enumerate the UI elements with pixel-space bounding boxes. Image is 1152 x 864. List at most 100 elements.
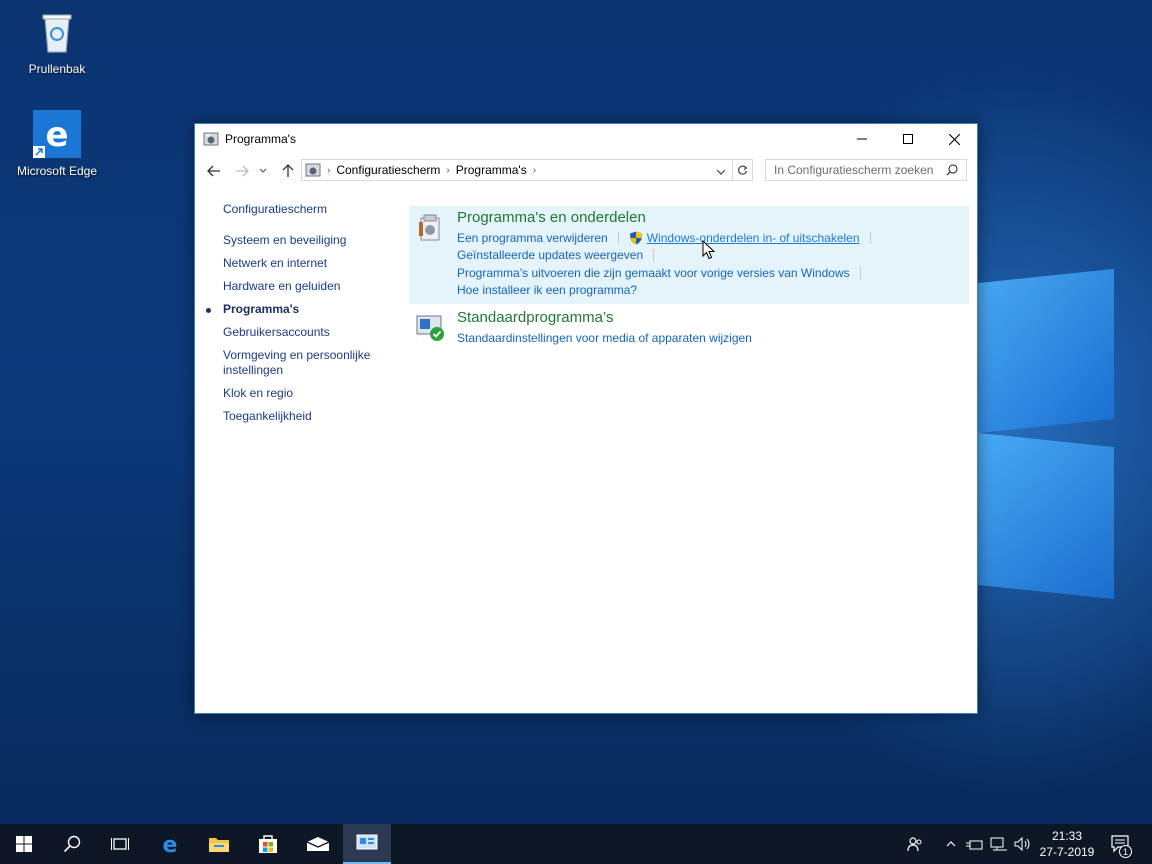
control-panel-icon xyxy=(356,834,378,850)
store-icon xyxy=(259,835,277,853)
category-title[interactable]: Programma's en onderdelen xyxy=(457,209,646,226)
category-title[interactable]: Standaardprogramma’s xyxy=(457,309,613,326)
link-divider xyxy=(617,231,619,244)
chevron-down-icon xyxy=(259,168,267,173)
link-windows-onderdelen[interactable]: Windows-onderdelen in- of uitschakelen xyxy=(647,231,860,245)
taskbar-edge-button[interactable]: e xyxy=(146,824,194,864)
search-input[interactable] xyxy=(774,163,944,177)
link-divider xyxy=(653,249,655,262)
mail-icon xyxy=(306,837,330,851)
notification-count-badge: 1 xyxy=(1119,845,1132,858)
clock[interactable]: 21:33 27-7-2019 xyxy=(1036,824,1098,864)
search-box xyxy=(765,159,967,181)
recent-locations-button[interactable] xyxy=(256,160,270,182)
nav-item-netwerk-en-internet[interactable]: Netwerk en internet xyxy=(223,256,393,271)
task-view-button[interactable] xyxy=(96,824,144,864)
link-hoe-installeer[interactable]: Hoe installeer ik een programma? xyxy=(457,283,637,297)
refresh-icon xyxy=(738,165,748,175)
forward-button[interactable] xyxy=(231,160,253,182)
programs-icon xyxy=(415,212,445,242)
people-button[interactable] xyxy=(902,824,928,864)
show-hidden-icons-button[interactable] xyxy=(942,824,960,864)
people-icon xyxy=(907,837,922,852)
desktop-icon-label: Prullenbak xyxy=(28,62,86,76)
wallpaper-logo-pane xyxy=(978,432,1114,600)
category-programmas-en-onderdelen: Programma's en onderdelen Een programma … xyxy=(409,206,969,304)
address-bar[interactable]: › Configuratiescherm › Programma's › xyxy=(301,159,753,181)
chevron-right-icon: › xyxy=(532,164,537,176)
taskbar-search-button[interactable] xyxy=(48,824,96,864)
task-view-icon xyxy=(111,838,129,850)
link-geinstalleerde-updates[interactable]: Geïnstalleerde updates weergeven xyxy=(457,248,643,262)
default-programs-icon xyxy=(415,312,445,342)
taskbar-control-panel-button[interactable] xyxy=(343,824,391,864)
chevron-up-icon xyxy=(946,841,956,847)
refresh-button[interactable] xyxy=(732,160,752,180)
title-bar[interactable]: Programma's xyxy=(195,124,977,154)
maximize-icon xyxy=(903,134,913,144)
arrow-right-icon xyxy=(236,165,249,177)
edge-icon: e xyxy=(33,110,81,158)
nav-item-programmas[interactable]: Programma's xyxy=(206,302,393,317)
category-links: Een programma verwijderen Windows-onderd… xyxy=(457,229,881,299)
battery-plug-icon xyxy=(966,840,983,850)
link-divider xyxy=(859,266,861,279)
control-panel-window: Programma's › Configuratiescherm › Progr… xyxy=(194,123,978,714)
nav-item-vormgeving[interactable]: Vormgeving en persoonlijke instellingen xyxy=(223,348,383,378)
network-icon xyxy=(990,837,1007,851)
address-dropdown-icon[interactable] xyxy=(716,165,726,179)
nav-item-hardware-en-geluiden[interactable]: Hardware en geluiden xyxy=(223,279,393,294)
arrow-up-icon xyxy=(282,164,294,177)
wallpaper-logo-pane xyxy=(978,268,1114,434)
edge-icon: e xyxy=(163,833,178,855)
speaker-icon xyxy=(1014,837,1030,851)
network-button[interactable] xyxy=(988,824,1010,864)
uac-shield-icon xyxy=(629,231,643,245)
category-links: Standaardinstellingen voor media of appa… xyxy=(457,329,752,347)
link-programma-verwijderen[interactable]: Een programma verwijderen xyxy=(457,231,608,245)
recycle-bin-icon xyxy=(33,8,81,56)
control-panel-icon xyxy=(203,131,219,147)
link-divider xyxy=(869,231,871,244)
nav-item-gebruikersaccounts[interactable]: Gebruikersaccounts xyxy=(223,325,393,340)
link-standaardinstellingen[interactable]: Standaardinstellingen voor media of appa… xyxy=(457,331,752,345)
windows-logo-icon xyxy=(16,836,32,852)
navigation-bar: › Configuratiescherm › Programma's › xyxy=(195,156,977,186)
nav-item-systeem-en-beveiliging[interactable]: Systeem en beveiliging xyxy=(223,233,393,248)
mouse-cursor-icon xyxy=(702,239,716,263)
minimize-button[interactable] xyxy=(839,124,885,154)
arrow-left-icon xyxy=(207,165,220,177)
nav-home-link[interactable]: Configuratiescherm xyxy=(223,202,393,216)
close-button[interactable] xyxy=(931,124,977,154)
taskbar-explorer-button[interactable] xyxy=(195,824,243,864)
up-button[interactable] xyxy=(277,160,299,182)
maximize-button[interactable] xyxy=(885,124,931,154)
clock-time: 21:33 xyxy=(1051,829,1083,843)
taskbar-mail-button[interactable] xyxy=(294,824,342,864)
start-button[interactable] xyxy=(0,824,48,864)
close-icon xyxy=(948,133,960,145)
breadcrumb-configuratiescherm[interactable]: Configuratiescherm xyxy=(330,163,446,177)
breadcrumb-programmas[interactable]: Programma's xyxy=(450,163,533,177)
power-status-button[interactable] xyxy=(963,824,985,864)
volume-button[interactable] xyxy=(1012,824,1034,864)
minimize-icon xyxy=(857,138,867,140)
desktop-icon-recycle-bin[interactable]: Prullenbak xyxy=(12,8,102,76)
desktop-icon-edge[interactable]: e Microsoft Edge xyxy=(12,110,102,178)
desktop-icon-label: Microsoft Edge xyxy=(16,164,98,178)
back-button[interactable] xyxy=(203,160,225,182)
nav-item-toegankelijkheid[interactable]: Toegankelijkheid xyxy=(223,409,393,424)
nav-item-klok-en-regio[interactable]: Klok en regio xyxy=(223,386,393,401)
taskbar-store-button[interactable] xyxy=(244,824,292,864)
category-standaardprogrammas: Standaardprogramma’s Standaardinstelling… xyxy=(409,306,969,356)
clock-date: 27-7-2019 xyxy=(1039,845,1095,859)
search-icon xyxy=(63,835,81,853)
search-icon[interactable] xyxy=(946,164,958,179)
left-navigation: Configuratiescherm Systeem en beveiligin… xyxy=(206,202,393,432)
link-compatibiliteit[interactable]: Programma’s uitvoeren die zijn gemaakt v… xyxy=(457,266,850,280)
folder-icon xyxy=(209,838,229,852)
action-center-button[interactable]: 1 xyxy=(1106,824,1136,864)
taskbar: e 21:33 27-7-2019 1 xyxy=(0,824,1152,864)
window-title: Programma's xyxy=(225,132,296,146)
svg-text:e: e xyxy=(45,115,68,155)
